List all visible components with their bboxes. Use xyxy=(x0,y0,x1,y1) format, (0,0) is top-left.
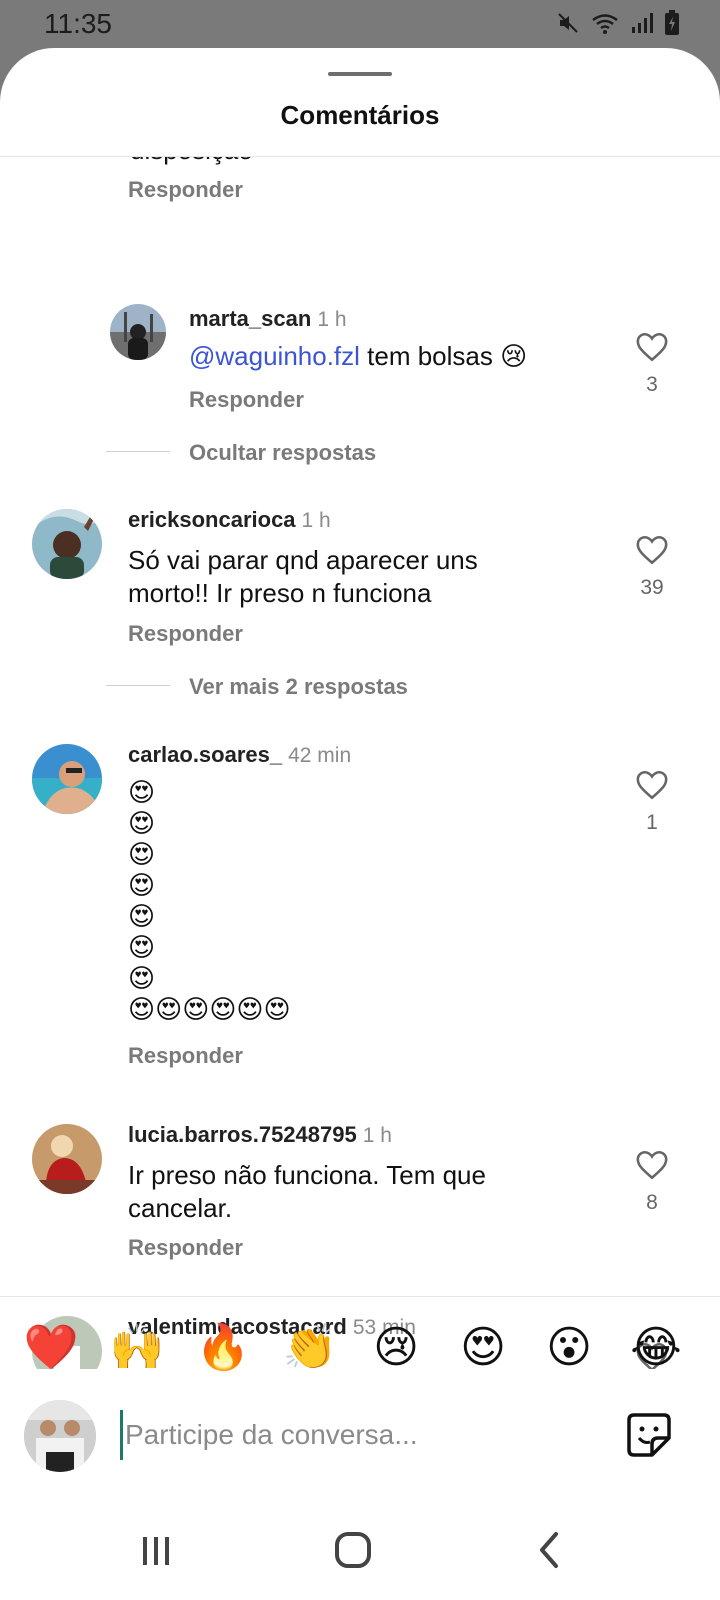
comment-time: 42 min xyxy=(288,744,352,767)
comment-username[interactable]: ericksoncarioca 1 h xyxy=(128,507,331,533)
emoji-bar-divider xyxy=(0,1296,720,1297)
mute-icon xyxy=(556,11,580,41)
home-icon xyxy=(335,1532,371,1568)
status-bar: 11:35 xyxy=(0,0,720,50)
comment-username[interactable]: carlao.soares_ 42 min xyxy=(128,742,351,768)
avatar[interactable] xyxy=(32,509,102,579)
emoji-heart-eyes-button[interactable]: 😍 xyxy=(453,1318,513,1378)
emoji-raised-hands-button[interactable]: 🙌 xyxy=(107,1318,167,1378)
comments-sheet: Comentários disposição Responder marta_s… xyxy=(0,48,720,1600)
like-count: 8 xyxy=(646,1191,658,1214)
comment-text-cut: disposição xyxy=(130,157,253,166)
comment-text: Ir preso não funciona. Tem que cancelar. xyxy=(128,1160,486,1223)
reply-button[interactable]: Responder xyxy=(128,1235,243,1261)
sheet-title: Comentários xyxy=(280,100,440,130)
wifi-icon xyxy=(590,11,620,41)
comment-input[interactable] xyxy=(120,1410,600,1460)
heart-icon xyxy=(636,535,668,565)
like-button[interactable]: 1 xyxy=(632,769,672,835)
emoji-fire-button[interactable]: 🔥 xyxy=(193,1318,253,1378)
emoji-laugh-button[interactable]: 😂 xyxy=(626,1318,686,1378)
status-time: 11:35 xyxy=(44,8,112,39)
home-button[interactable] xyxy=(323,1520,383,1580)
comment-username[interactable]: lucia.barros.75248795 1 h xyxy=(128,1122,392,1148)
comment-text: Só vai parar qnd aparecer uns morto!! Ir… xyxy=(128,545,478,608)
battery-icon xyxy=(664,10,680,42)
sticker-icon xyxy=(627,1413,671,1457)
like-count: 1 xyxy=(646,811,658,834)
comment-composer xyxy=(0,1388,720,1478)
comments-list[interactable]: disposição Responder marta_scan1 h @wagu… xyxy=(0,157,720,1369)
heart-icon xyxy=(636,332,668,362)
avatar[interactable] xyxy=(32,744,102,814)
heart-icon xyxy=(636,770,668,800)
emoji-clap-button[interactable]: 👏 xyxy=(280,1318,340,1378)
comment-time: 1 h xyxy=(301,509,331,532)
avatar[interactable] xyxy=(110,304,166,360)
mention-link[interactable]: @waguinho.fzl xyxy=(189,341,360,371)
sticker-button[interactable] xyxy=(624,1410,674,1460)
reply-button[interactable]: Responder xyxy=(128,177,243,203)
emoji-reaction-bar: ❤️ 🙌 🔥 👏 😢 😍 😮 😂 xyxy=(0,1318,720,1378)
comment-time: 1 h xyxy=(362,1124,392,1147)
comment-emoji-text: 😍 😍 😍 😍 😍 😍 😍 😍😍😍😍😍😍 xyxy=(128,777,291,1024)
like-button[interactable]: 39 xyxy=(632,534,672,600)
avatar[interactable] xyxy=(32,1124,102,1194)
hide-replies-button[interactable]: Ocultar respostas xyxy=(189,440,376,466)
heart-icon xyxy=(636,1150,668,1180)
drag-handle[interactable] xyxy=(328,72,392,76)
thread-line xyxy=(106,451,170,452)
user-avatar xyxy=(24,1400,96,1472)
emoji-cry-button[interactable]: 😢 xyxy=(366,1318,426,1378)
view-more-replies-button[interactable]: Ver mais 2 respostas xyxy=(189,674,408,700)
like-button[interactable]: 3 xyxy=(632,331,672,397)
back-button[interactable] xyxy=(520,1520,580,1580)
recent-apps-icon xyxy=(143,1537,169,1565)
reply-button[interactable]: Responder xyxy=(128,621,243,647)
comment-time: 1 h xyxy=(317,308,347,331)
system-nav-bar xyxy=(0,1500,720,1600)
like-count: 3 xyxy=(646,373,658,396)
reply-button[interactable]: Responder xyxy=(189,387,304,413)
comment-text: @waguinho.fzl tem bolsas 😢 xyxy=(189,341,528,371)
comment-username[interactable]: marta_scan 1 h xyxy=(189,306,347,332)
signal-icon xyxy=(630,11,654,41)
like-count: 39 xyxy=(640,576,664,599)
status-icons xyxy=(556,10,680,42)
like-button[interactable]: 8 xyxy=(632,1149,672,1215)
reply-button[interactable]: Responder xyxy=(128,1043,243,1069)
recent-apps-button[interactable] xyxy=(126,1520,186,1580)
emoji-wow-button[interactable]: 😮 xyxy=(539,1318,599,1378)
emoji-heart-button[interactable]: ❤️ xyxy=(21,1318,81,1378)
back-icon xyxy=(540,1532,558,1568)
thread-line xyxy=(106,685,170,686)
